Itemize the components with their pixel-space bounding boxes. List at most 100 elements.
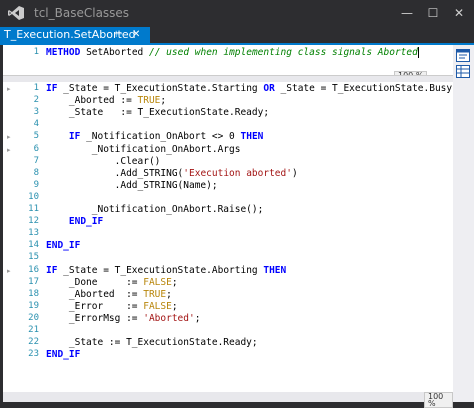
method-keyword: METHOD: [46, 47, 81, 58]
line-number: 19: [28, 300, 39, 311]
method-name: SetAborted: [86, 47, 144, 58]
code-token: _Aborted :=: [46, 288, 144, 300]
line-number: 3: [33, 107, 39, 118]
line-number: 18: [28, 288, 39, 299]
code-token: .Clear(): [46, 155, 161, 167]
code-line[interactable]: END_IF: [46, 349, 80, 360]
code-token: _ErrorMsg :=: [46, 312, 144, 324]
code-token: IF: [46, 83, 58, 94]
line-number: 22: [28, 337, 39, 348]
code-token: FALSE: [143, 300, 172, 312]
tab-t-execution-setaborted[interactable]: T_Execution.SetAborted ⊢ ✕: [0, 27, 150, 43]
close-window-button[interactable]: ✕: [448, 2, 470, 24]
code-token: THEN: [263, 264, 287, 276]
declaration-line[interactable]: METHOD SetAborted // used when implement…: [46, 47, 419, 58]
code-token: _State := T_ExecutionState.Ready;: [46, 107, 270, 119]
document-tab-strip: T_Execution.SetAborted ⊢ ✕: [0, 27, 474, 45]
declaration-editor[interactable]: 1 METHOD SetAborted // used when impleme…: [3, 45, 453, 80]
pin-icon[interactable]: ⊢: [115, 27, 123, 43]
code-token: _State = T_ExecutionState.Busy: [274, 83, 453, 94]
line-number: 14: [28, 240, 39, 251]
code-token: IF: [46, 264, 58, 276]
line-number: 23: [28, 349, 39, 360]
code-token: IF: [68, 131, 81, 143]
code-token: .Add_STRING(Name);: [46, 179, 218, 191]
code-token: OR: [263, 83, 275, 94]
line-number: 21: [28, 325, 39, 335]
code-line[interactable]: END_IF: [46, 240, 80, 251]
code-token: _State = T_ExecutionState.Aborting: [57, 264, 264, 276]
close-tab-icon[interactable]: ✕: [132, 27, 140, 43]
code-token: _Notification_OnAbort <> 0: [80, 131, 241, 143]
text-caret: [417, 47, 419, 58]
code-token: _Notification_OnAbort.Raise();: [46, 204, 264, 215]
code-token: .Add_STRING(: [46, 167, 184, 179]
maximize-button[interactable]: ☐: [422, 2, 444, 24]
line-number: 4: [33, 119, 39, 130]
horizontal-scrollbar[interactable]: 100 %: [3, 392, 453, 408]
fold-marker-icon[interactable]: ▸: [7, 146, 11, 154]
code-line[interactable]: _State := T_ExecutionState.Ready;: [46, 107, 269, 118]
code-line[interactable]: _Error := FALSE;: [46, 301, 178, 312]
code-token: ;: [166, 288, 172, 300]
fold-marker-icon[interactable]: ▸: [7, 85, 11, 93]
code-line[interactable]: IF _State = T_ExecutionState.Starting OR…: [46, 83, 453, 94]
code-line[interactable]: _Aborted := TRUE;: [46, 289, 172, 300]
code-line[interactable]: _Aborted := TRUE;: [46, 95, 166, 106]
line-number: 7: [33, 155, 39, 166]
code-line[interactable]: _Notification_OnAbort.Raise();: [46, 204, 264, 215]
fold-marker-icon[interactable]: ▸: [7, 267, 11, 275]
code-line[interactable]: .Add_STRING('Execution aborted'): [46, 168, 298, 179]
code-token: _Done :=: [46, 276, 144, 288]
code-token: FALSE: [143, 276, 172, 288]
line-number: 12: [28, 216, 39, 227]
method-comment: // used when implementing class signals …: [149, 47, 418, 58]
tabular-view-icon[interactable]: [456, 65, 470, 78]
code-token: THEN: [240, 131, 264, 143]
code-token: _State = T_ExecutionState.Starting: [57, 83, 264, 94]
minimize-button[interactable]: —: [396, 2, 418, 24]
code-line[interactable]: END_IF: [46, 216, 103, 227]
code-line[interactable]: _Notification_OnAbort.Args: [46, 143, 241, 155]
code-token: TRUE: [137, 95, 161, 107]
code-token: ;: [171, 300, 178, 312]
line-number: 8: [33, 167, 39, 178]
left-edge: [0, 392, 3, 402]
code-line[interactable]: IF _Notification_OnAbort <> 0 THEN: [46, 131, 264, 143]
line-number: 2: [33, 95, 39, 106]
line-number: 20: [28, 312, 39, 323]
code-token: END_IF: [46, 240, 81, 252]
code-line[interactable]: .Add_STRING(Name);: [46, 180, 218, 191]
title-bar: tcl_BaseClasses — ☐ ✕: [0, 0, 474, 27]
code-token: 'Execution aborted': [183, 167, 292, 179]
code-token: END_IF: [46, 349, 81, 361]
window-title: tcl_BaseClasses: [34, 6, 130, 20]
visual-studio-logo-icon: [8, 6, 24, 20]
line-number: 1: [33, 47, 39, 57]
editor-side-toolbar: [453, 45, 474, 402]
code-line[interactable]: .Clear(): [46, 155, 161, 167]
line-number: 11: [28, 204, 39, 214]
fold-marker-icon[interactable]: ▸: [7, 133, 11, 141]
line-number: 9: [33, 179, 39, 190]
code-line[interactable]: _ErrorMsg := 'Aborted';: [46, 312, 201, 324]
line-number: 17: [28, 276, 39, 287]
code-token: _Aborted :=: [46, 95, 138, 107]
code-line[interactable]: IF _State = T_ExecutionState.Aborting TH…: [46, 265, 286, 276]
code-token: _State := T_ExecutionState.Ready;: [46, 337, 258, 349]
declaration-view-icon[interactable]: [456, 49, 470, 62]
code-line[interactable]: _Done := FALSE;: [46, 277, 178, 288]
code-token: TRUE: [143, 288, 167, 300]
zoom-level-bottom[interactable]: 100 %: [424, 392, 453, 408]
implementation-editor[interactable]: 1 ▸ 2 3 4 5 ▸ 6 ▸ 7 8 9 10 11 12 13 14 15 16 ▸ 17 18 19 20 21 22 2…: [3, 82, 453, 392]
code-token: 'Aborted': [143, 312, 195, 324]
code-token: ;: [194, 312, 201, 324]
line-number: 13: [28, 228, 39, 239]
code-line[interactable]: _State := T_ExecutionState.Ready;: [46, 337, 258, 348]
code-token: ;: [171, 276, 178, 288]
code-token: _Notification_OnAbort.Args: [46, 143, 241, 155]
code-token: ;: [160, 95, 167, 107]
ide-window: tcl_BaseClasses — ☐ ✕ T_Execution.SetAbo…: [0, 0, 474, 408]
